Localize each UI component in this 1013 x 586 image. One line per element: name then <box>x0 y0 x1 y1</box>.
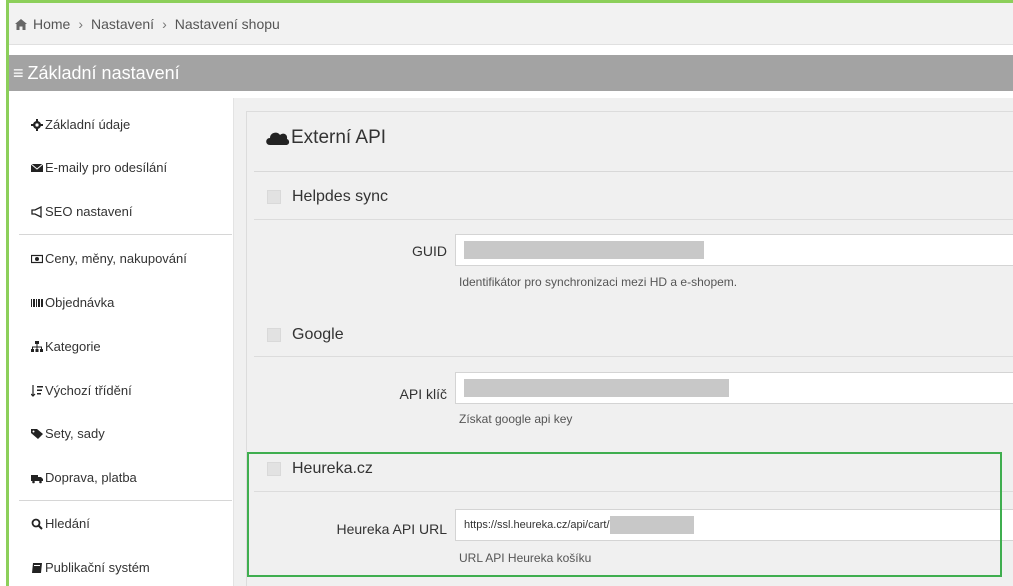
sidebar-item-zakladni-udaje[interactable]: Základní údaje <box>31 117 130 132</box>
cloud-icon <box>266 132 290 145</box>
heureka-help-text: URL API Heureka košíku <box>459 551 592 565</box>
heureka-url-value: https://ssl.heureka.cz/api/cart/ <box>464 519 610 531</box>
sidebar-item-hledani[interactable]: Hledání <box>31 516 90 531</box>
section-title: Helpdes sync <box>292 188 389 205</box>
guid-label: GUID <box>412 243 447 259</box>
external-api-panel: Externí API Helpdes sync GUID Identifiká… <box>246 111 1013 586</box>
breadcrumb-nastaveni-shopu: Nastavení shopu <box>174 15 280 32</box>
section-title: Google <box>292 326 344 343</box>
redacted-value <box>464 379 729 397</box>
breadcrumb-nastaveni[interactable]: Nastavení <box>91 16 154 32</box>
sidebar-item-label: E-maily pro odesílání <box>45 160 168 175</box>
sort-icon <box>31 384 43 397</box>
sidebar-item-label: Výchozí třídění <box>45 383 132 398</box>
api-key-input[interactable] <box>455 372 1013 404</box>
tags-icon <box>31 428 43 439</box>
sidebar-item-publikacni-system[interactable]: Publikační systém <box>31 560 150 575</box>
sitemap-icon <box>31 340 43 352</box>
breadcrumb: Home › Nastavení › Nastavení shopu <box>9 3 1013 45</box>
page-title: Základní nastavení <box>27 62 180 83</box>
sidebar-item-ceny[interactable]: Ceny, měny, nakupování <box>31 251 187 266</box>
search-icon <box>31 518 43 530</box>
helpdesk-sync-checkbox[interactable] <box>267 190 281 204</box>
redacted-value <box>609 516 694 534</box>
book-icon <box>32 562 42 573</box>
sidebar-item-label: Hledání <box>45 516 90 531</box>
section-divider <box>254 491 1013 492</box>
envelope-icon <box>31 163 43 172</box>
sidebar-item-seo[interactable]: SEO nastavení <box>31 204 132 219</box>
gear-icon <box>31 118 43 131</box>
guid-input[interactable] <box>455 234 1013 266</box>
panel-title-divider <box>254 171 1013 172</box>
breadcrumb-home[interactable]: Home <box>33 16 70 32</box>
section-helpdesk-sync: Helpdes sync <box>267 188 388 206</box>
breadcrumb-separator: › <box>162 15 167 32</box>
section-title: Heureka.cz <box>292 460 373 477</box>
heureka-api-url-input[interactable]: https://ssl.heureka.cz/api/cart/ <box>455 509 1013 541</box>
sidebar-item-label: Sety, sady <box>45 426 105 441</box>
page-title-bar: ≡ Základní nastavení <box>9 55 1013 91</box>
section-divider <box>254 219 1013 220</box>
home-icon <box>15 19 27 30</box>
truck-icon <box>31 474 43 483</box>
panel-title-text: Externí API <box>291 127 387 148</box>
api-key-label: API klíč <box>399 386 447 402</box>
redacted-value <box>464 241 704 259</box>
section-heureka: Heureka.cz <box>267 460 373 478</box>
sidebar-item-label: Doprava, platba <box>45 470 137 485</box>
google-checkbox[interactable] <box>267 328 281 342</box>
content-area: Externí API Helpdes sync GUID Identifiká… <box>233 98 1013 586</box>
section-google: Google <box>267 326 344 344</box>
barcode-icon <box>31 298 43 307</box>
heureka-checkbox[interactable] <box>267 462 281 476</box>
sidebar-divider <box>19 500 232 501</box>
sidebar-item-vychozi-trideni[interactable]: Výchozí třídění <box>31 383 132 398</box>
sidebar-item-label: Objednávka <box>45 295 115 310</box>
sidebar-item-emaily[interactable]: E-maily pro odesílání <box>31 160 167 175</box>
sidebar-item-sety[interactable]: Sety, sady <box>31 426 105 441</box>
sidebar-item-objednavka[interactable]: Objednávka <box>31 295 114 310</box>
sidebar-item-kategorie[interactable]: Kategorie <box>31 339 101 354</box>
sidebar-item-label: SEO nastavení <box>45 204 133 219</box>
sidebar-divider <box>19 234 232 235</box>
bullhorn-icon <box>31 205 42 218</box>
sidebar-item-label: Základní údaje <box>45 117 131 132</box>
google-api-key-link[interactable]: Získat google api key <box>459 412 572 426</box>
breadcrumb-separator: › <box>78 15 84 32</box>
sidebar-item-doprava[interactable]: Doprava, platba <box>31 470 137 485</box>
panel-title: Externí API <box>264 127 386 149</box>
sidebar-item-label: Publikační systém <box>45 560 150 575</box>
guid-help-text: Identifikátor pro synchronizaci mezi HD … <box>459 275 738 289</box>
section-divider <box>254 356 1013 357</box>
sidebar-item-label: Ceny, měny, nakupování <box>45 251 187 266</box>
sidebar: Základní údaje E-maily pro odesílání SEO… <box>9 91 232 586</box>
menu-bars-icon[interactable]: ≡ <box>13 63 24 84</box>
sidebar-item-label: Kategorie <box>45 339 101 354</box>
money-icon <box>31 254 43 263</box>
heureka-api-url-label: Heureka API URL <box>336 521 448 537</box>
